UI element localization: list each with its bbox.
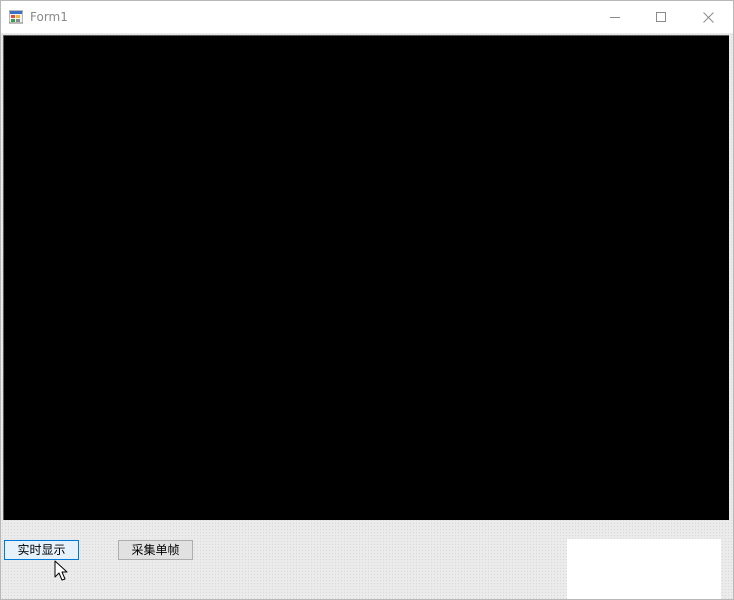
capture-single-frame-button[interactable]: 采集单帧 <box>118 540 193 560</box>
close-button[interactable] <box>685 1 731 33</box>
video-display-panel <box>3 35 729 520</box>
image-preview-box <box>567 539 721 599</box>
mouse-cursor-icon <box>54 560 68 581</box>
live-display-button[interactable]: 实时显示 <box>4 540 79 560</box>
maximize-icon <box>656 12 666 22</box>
app-window: Form1 实时显示 采集单帧 <box>0 0 734 600</box>
close-icon <box>702 11 714 23</box>
form-app-icon <box>9 10 23 24</box>
form-client-area: 实时显示 采集单帧 <box>1 33 733 599</box>
minimize-button[interactable] <box>592 1 638 33</box>
window-title: Form1 <box>30 10 68 24</box>
minimize-icon <box>610 17 620 18</box>
title-bar[interactable]: Form1 <box>1 1 733 33</box>
maximize-button[interactable] <box>638 1 684 33</box>
